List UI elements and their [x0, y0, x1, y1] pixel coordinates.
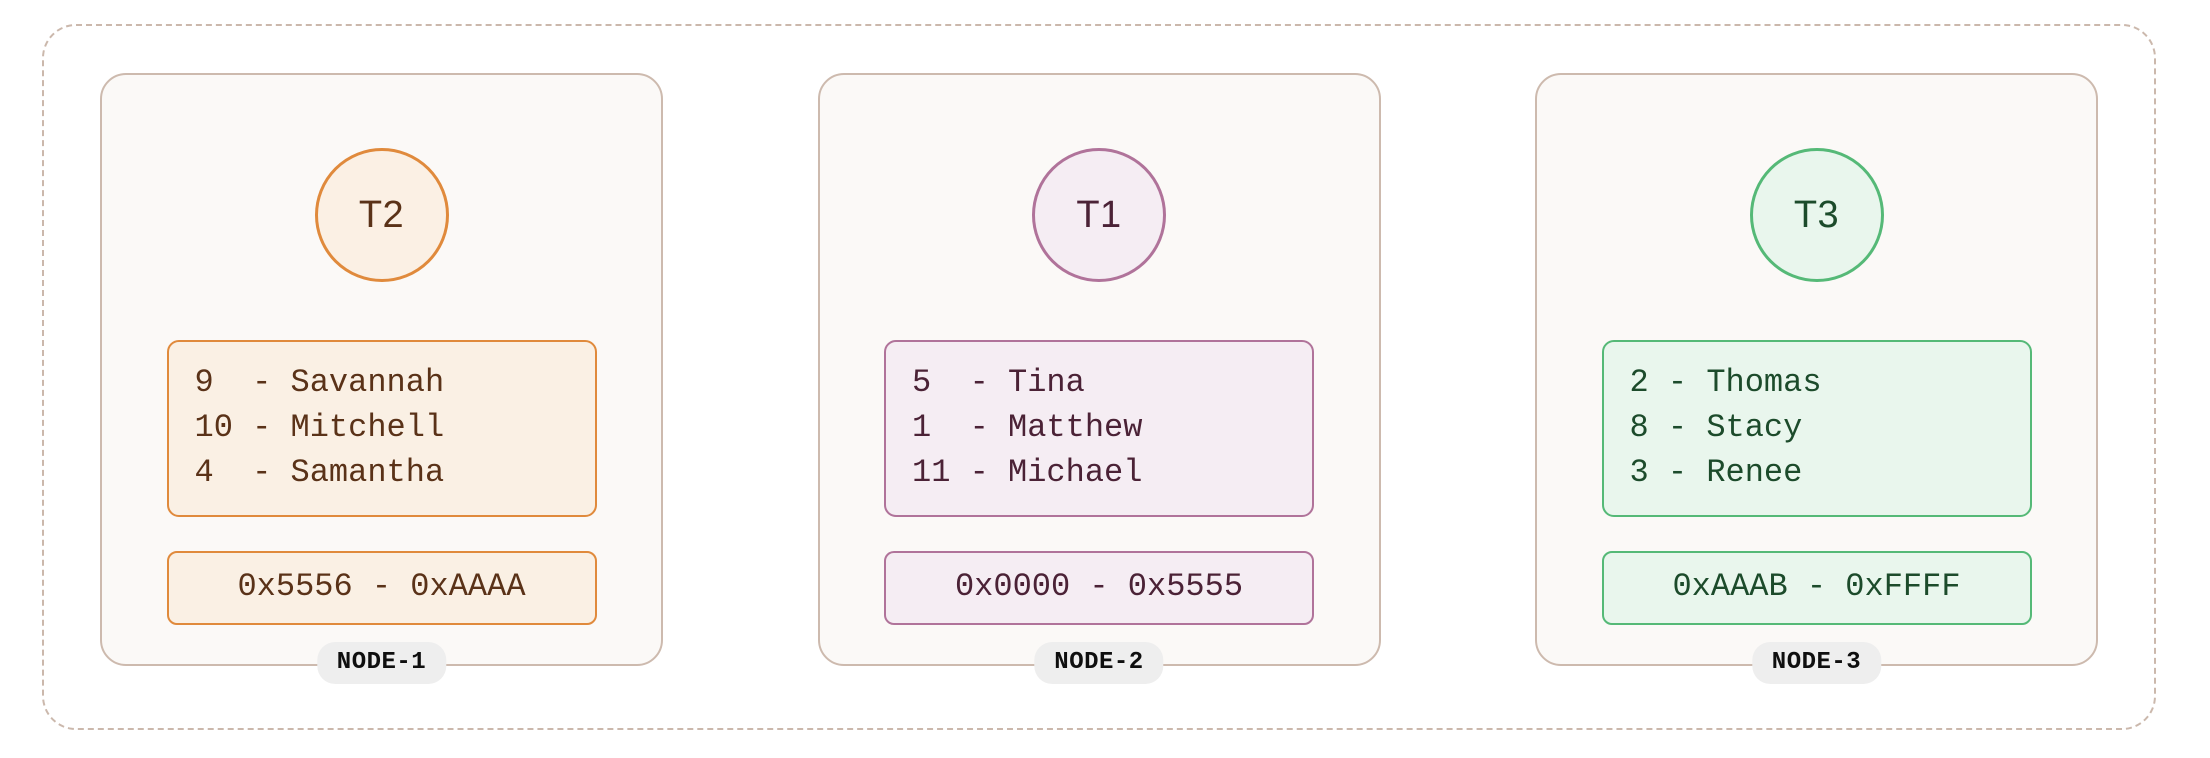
- key-entry: 4 - Samantha: [194, 454, 445, 491]
- cluster-boundary: T2 9 - Savannah 10 - Mitchell 4 - Samant…: [42, 24, 2156, 730]
- node-card-2[interactable]: T1 5 - Tina 1 - Matthew 11 - Michael 0x0…: [817, 73, 1381, 684]
- key-entry: 1 - Matthew: [912, 409, 1143, 446]
- token-circle-node-2[interactable]: T1: [1032, 148, 1166, 282]
- key-entry: 3 - Renee: [1629, 454, 1803, 491]
- key-entry: 9 - Savannah: [194, 364, 445, 401]
- key-entry: 5 - Tina: [912, 364, 1085, 401]
- token-label-node-1: T2: [358, 193, 405, 236]
- token-label-node-3: T3: [1793, 193, 1840, 236]
- hash-range-label-node-1: 0x5556 - 0xAAAA: [237, 568, 526, 605]
- token-circle-node-1[interactable]: T2: [314, 148, 449, 282]
- key-list-node-2: 5 - Tina 1 - Matthew 11 - Michael: [884, 340, 1314, 517]
- node-name-badge-2: NODE-2: [1034, 642, 1164, 684]
- hash-range-label-node-2: 0x0000 - 0x5555: [954, 568, 1244, 605]
- key-entry: 2 - Thomas: [1629, 364, 1822, 401]
- node-name-badge-1: NODE-1: [316, 642, 447, 684]
- nodes-row: T2 9 - Savannah 10 - Mitchell 4 - Samant…: [44, 26, 2154, 728]
- key-entry: 10 - Mitchell: [194, 409, 445, 446]
- hash-range-box-node-1: 0x5556 - 0xAAAA: [166, 551, 597, 625]
- hash-range-box-node-3: 0xAAAB - 0xFFFF: [1601, 551, 2032, 625]
- node-name-badge-3: NODE-3: [1751, 642, 1882, 684]
- hash-range-label-node-3: 0xAAAB - 0xFFFF: [1672, 568, 1961, 605]
- key-list-node-1: 9 - Savannah 10 - Mitchell 4 - Samantha: [166, 340, 597, 517]
- hash-range-box-node-2: 0x0000 - 0x5555: [884, 551, 1314, 625]
- token-circle-node-3[interactable]: T3: [1749, 148, 1884, 282]
- key-list-node-3: 2 - Thomas 8 - Stacy 3 - Renee: [1601, 340, 2032, 517]
- node-card-3[interactable]: T3 2 - Thomas 8 - Stacy 3 - Renee 0xAAAB…: [1535, 73, 2098, 684]
- key-entry: 8 - Stacy: [1629, 409, 1803, 446]
- token-label-node-2: T1: [1076, 193, 1122, 236]
- key-entry: 11 - Michael: [912, 454, 1143, 491]
- node-card-1[interactable]: T2 9 - Savannah 10 - Mitchell 4 - Samant…: [100, 73, 663, 684]
